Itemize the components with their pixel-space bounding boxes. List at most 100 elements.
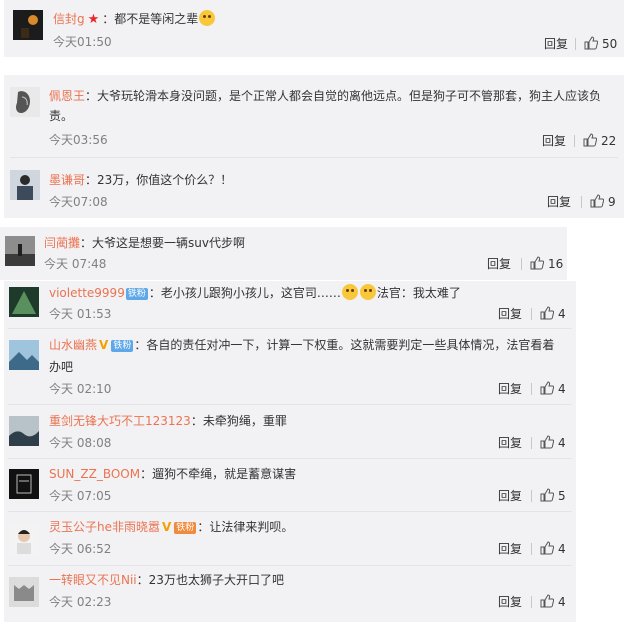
separator: ：	[197, 520, 210, 534]
like-button[interactable]: 16	[530, 256, 563, 272]
like-count: 4	[558, 436, 566, 450]
avatar[interactable]	[9, 524, 39, 554]
emoji-icon	[341, 284, 358, 300]
fan-badge: 铁粉	[111, 340, 134, 352]
separator: ：	[136, 573, 149, 587]
reply-button[interactable]: 回复	[498, 594, 522, 610]
like-button[interactable]: 50	[584, 36, 617, 52]
username-link[interactable]: 重剑无锋大巧不工123123	[49, 414, 191, 428]
avatar[interactable]	[9, 287, 39, 317]
username-link[interactable]: 信封g	[53, 12, 85, 26]
divider	[581, 196, 582, 208]
emoji-icon	[359, 284, 376, 300]
comment-text: 未牵狗绳，重罪	[202, 414, 287, 428]
like-count: 4	[558, 382, 566, 396]
comment-line: violette9999 铁粉 ：老小孩儿跟狗小孩儿，这官司…… 法官：我太难了	[49, 284, 461, 301]
comment-card: 佩恩王 ： 大爷玩轮滑本身没问题，是个正常人都会自觉的离他远点。但是狗子可不管那套，…	[4, 75, 624, 218]
avatar[interactable]	[10, 170, 40, 200]
username-link[interactable]: SUN_ZZ_BOOM	[49, 467, 140, 481]
divider	[574, 135, 575, 147]
like-button[interactable]: 4	[540, 594, 566, 610]
like-button[interactable]: 9	[590, 194, 616, 210]
like-button[interactable]: 5	[540, 488, 566, 504]
thumbs-up-icon	[530, 256, 545, 270]
comment-line: 佩恩王：大爷玩轮滑本身没问题，是个正常人都会自觉的离他远点。但是狗子可不管那套，…	[49, 88, 601, 104]
avatar[interactable]	[13, 10, 43, 40]
username-link[interactable]: 佩恩王	[49, 89, 85, 103]
separator: ：	[134, 338, 147, 352]
separator: ：	[140, 467, 153, 481]
divider	[531, 308, 532, 320]
reply-button[interactable]: 回复	[498, 435, 522, 451]
comment-text-cont: 办吧	[49, 360, 74, 374]
divider	[531, 383, 532, 395]
reply-button[interactable]: 回复	[542, 133, 566, 149]
divider	[575, 38, 576, 50]
divider	[531, 437, 532, 449]
thumbs-up-icon	[584, 36, 599, 50]
star-icon: ★	[87, 12, 100, 27]
separator: ：	[190, 414, 203, 428]
thumbs-up-icon	[540, 435, 555, 449]
like-count: 16	[548, 257, 564, 271]
avatar[interactable]	[9, 340, 39, 370]
avatar[interactable]	[9, 469, 39, 499]
username-link[interactable]: 墨谦哥	[49, 173, 85, 187]
like-button[interactable]: 22	[583, 133, 616, 149]
comment-text: 23万，你值这个价么？！	[97, 173, 233, 187]
timestamp: 今天 08:08	[49, 436, 112, 450]
separator: ：	[85, 173, 98, 187]
separator: ：	[80, 236, 93, 250]
username-link[interactable]: 闫蔺攤	[44, 236, 80, 250]
comment-separator	[8, 458, 572, 459]
reply-button[interactable]: 回复	[498, 306, 522, 322]
comment-line: SUN_ZZ_BOOM：遛狗不牵绳，就是蓄意谋害	[49, 466, 296, 482]
timestamp: 今天 02:10	[49, 382, 112, 396]
reply-button[interactable]: 回复	[547, 194, 571, 210]
comment-line: 重剑无锋大巧不工123123：未牵狗绳，重罪	[49, 413, 287, 429]
comment-text: 23万也太狮子大开口了吧	[148, 573, 284, 587]
username-link[interactable]: 山水幽燕	[49, 338, 97, 352]
like-count: 22	[601, 134, 617, 148]
comment-text: 都不是等闲之辈	[114, 12, 199, 26]
timestamp: 今天 02:23	[49, 595, 112, 609]
thumbs-up-icon	[540, 306, 555, 320]
comment-text: 大爷玩轮滑本身没问题，是个正常人都会自觉的离他远点。但是狗子可不管那套，狗主人应…	[97, 89, 602, 103]
comment-separator	[8, 565, 572, 566]
reply-button[interactable]: 回复	[498, 488, 522, 504]
username-link[interactable]: 一转眼又不见Nii	[49, 573, 137, 587]
like-button[interactable]: 4	[540, 541, 566, 557]
avatar[interactable]	[9, 577, 39, 607]
like-button[interactable]: 4	[540, 435, 566, 451]
comment-card: 闫蔺攤：大爷这是想要一辆suv代步啊 今天 07:48 回复 16	[0, 227, 567, 280]
divider	[531, 596, 532, 608]
fan-badge: 铁粉	[174, 522, 197, 534]
reply-button[interactable]: 回复	[544, 36, 568, 52]
vip-v-icon: V	[162, 520, 172, 534]
comment-line: 信封g ★ ：都不是等闲之辈	[53, 10, 216, 28]
separator: ：	[102, 12, 115, 26]
timestamp: 今天03:56	[49, 133, 108, 147]
fan-badge: 铁粉	[125, 288, 148, 300]
like-count: 5	[558, 489, 566, 503]
like-count: 4	[558, 542, 566, 556]
avatar[interactable]	[10, 87, 40, 117]
thumbs-up-icon	[540, 594, 555, 608]
avatar[interactable]	[9, 416, 39, 446]
comment-separator	[8, 328, 572, 329]
comment-separator	[10, 157, 618, 158]
like-count: 4	[558, 307, 566, 321]
vip-v-icon: V	[99, 338, 109, 352]
reply-button[interactable]: 回复	[498, 541, 522, 557]
avatar[interactable]	[5, 236, 35, 266]
separator: ：	[148, 286, 161, 300]
reply-button[interactable]: 回复	[487, 256, 511, 272]
like-button[interactable]: 4	[540, 306, 566, 322]
username-link[interactable]: violette9999	[49, 286, 125, 300]
username-link[interactable]: 灵玉公子he非雨晓嚣	[49, 520, 160, 534]
comment-text: 法官：我太难了	[376, 286, 461, 300]
comment-text: 各自的责任对冲一下，计算一下权重。这就需要判定一些具体情况，法官看着	[146, 338, 555, 352]
like-button[interactable]: 4	[540, 381, 566, 397]
timestamp: 今天 06:52	[49, 542, 112, 556]
reply-button[interactable]: 回复	[498, 381, 522, 397]
